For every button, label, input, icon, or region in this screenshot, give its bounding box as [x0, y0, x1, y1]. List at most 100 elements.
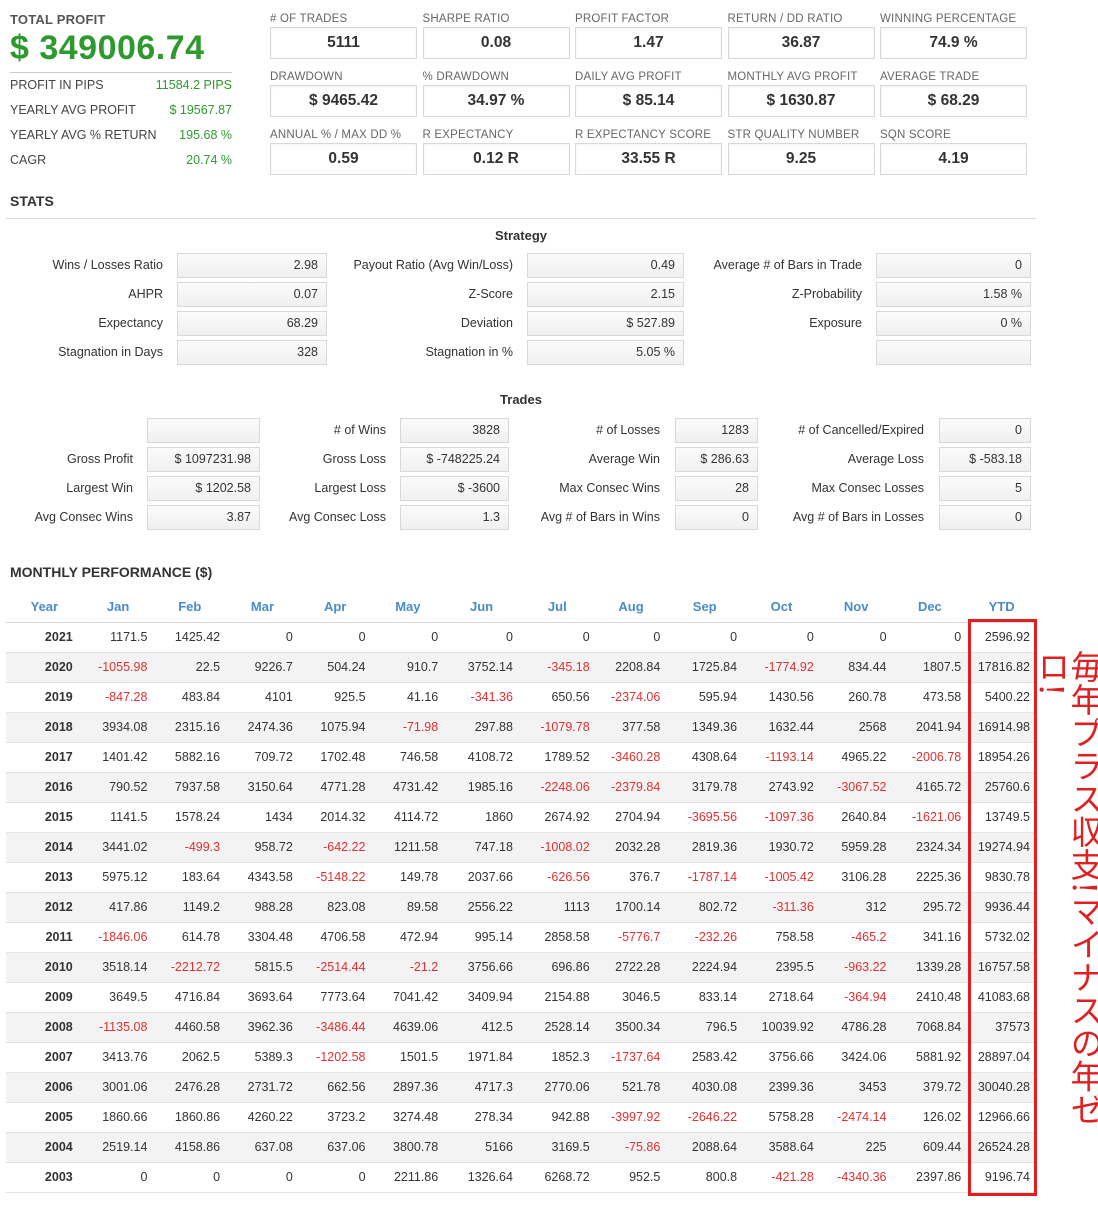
table-row: 2016 790.52 7937.58 3150.64 4771.28 4731.42 19…: [6, 772, 1036, 803]
year-cell: 2016: [6, 772, 83, 803]
month-value-cell: 5882.16: [153, 742, 227, 773]
month-value-cell: -1202.58: [298, 1042, 372, 1073]
month-value-cell: 417.86: [82, 892, 154, 923]
month-value-cell: 1725.84: [666, 652, 744, 683]
month-value-cell: 0: [226, 622, 299, 653]
month-value-cell: 10039.92: [743, 1012, 820, 1043]
month-value-cell: 4639.06: [371, 1012, 445, 1043]
month-value-cell: 5975.12: [82, 862, 154, 893]
stats-heading: STATS: [10, 193, 54, 209]
month-value-cell: 1789.52: [518, 742, 596, 773]
month-value-cell: 3934.08: [82, 712, 154, 743]
column-header-jun[interactable]: Jun: [444, 592, 519, 623]
trades-label: Avg Consec Wins: [34, 510, 133, 524]
month-value-cell: 2583.42: [666, 1042, 744, 1073]
summary-row-value: 11584.2 PIPS: [155, 78, 232, 92]
table-row: 2006 3001.06 2476.28 2731.72 662.56 2897.36 47…: [6, 1072, 1036, 1103]
month-value-cell: -626.56: [518, 862, 596, 893]
column-header-feb[interactable]: Feb: [153, 592, 227, 623]
month-value-cell: 2088.64: [666, 1132, 744, 1163]
month-value-cell: 4165.72: [892, 772, 968, 803]
month-value-cell: 2014.32: [298, 802, 372, 833]
month-value-cell: -2374.06: [595, 682, 667, 713]
month-value-cell: 4030.08: [666, 1072, 744, 1103]
summary-row-value: 195.68 %: [179, 128, 232, 142]
month-value-cell: 2674.92: [518, 802, 596, 833]
column-header-nov[interactable]: Nov: [819, 592, 893, 623]
column-header-dec[interactable]: Dec: [892, 592, 968, 623]
metric-card: STR QUALITY NUMBER 9.25: [727, 128, 875, 175]
strategy-label: Expectancy: [98, 316, 163, 330]
month-value-cell: 5881.92: [892, 1042, 968, 1073]
month-value-cell: 1971.84: [444, 1042, 519, 1073]
month-value-cell: -1737.64: [595, 1042, 667, 1073]
month-value-cell: 1211.58: [371, 832, 445, 863]
month-value-cell: 89.58: [371, 892, 445, 923]
summary-row: YEARLY AVG % RETURN 195.68 %: [10, 123, 232, 148]
month-value-cell: 1852.3: [518, 1042, 596, 1073]
month-value-cell: 2528.14: [518, 1012, 596, 1043]
month-value-cell: 942.88: [518, 1102, 596, 1133]
month-value-cell: 3413.76: [82, 1042, 154, 1073]
month-value-cell: -345.18: [518, 652, 596, 683]
month-value-cell: -421.28: [743, 1162, 820, 1193]
metric-label: PROFIT FACTOR: [575, 13, 670, 25]
column-header-apr[interactable]: Apr: [298, 592, 372, 623]
column-header-mar[interactable]: Mar: [226, 592, 299, 623]
metric-value: 5111: [270, 27, 417, 59]
month-value-cell: -341.36: [444, 682, 519, 713]
month-value-cell: 2568: [819, 712, 893, 743]
metric-label: % DRAWDOWN: [422, 71, 510, 83]
month-value-cell: 16757.58: [967, 952, 1036, 983]
month-value-cell: 3500.34: [595, 1012, 667, 1043]
metric-value: $ 1630.87: [727, 85, 875, 117]
month-value-cell: 2399.36: [743, 1072, 820, 1103]
metric-card: ANNUAL % / MAX DD % 0.59: [270, 128, 417, 175]
month-value-cell: 7773.64: [298, 982, 372, 1013]
month-value-cell: 126.02: [892, 1102, 968, 1133]
summary-panel: TOTAL PROFIT $ 349006.74 PROFIT IN PIPS 1…: [10, 12, 232, 173]
month-value-cell: 995.14: [444, 922, 519, 953]
month-value-cell: 1985.16: [444, 772, 519, 803]
month-value-cell: -2514.44: [298, 952, 372, 983]
month-value-cell: 988.28: [226, 892, 299, 923]
strategy-label: Stagnation in Days: [58, 345, 163, 359]
column-header-jan[interactable]: Jan: [82, 592, 154, 623]
summary-row-value: $ 19567.87: [169, 103, 232, 117]
column-header-sep[interactable]: Sep: [666, 592, 744, 623]
trades-label: [0, 418, 133, 442]
trades-label: Average Win: [588, 452, 660, 466]
strategy-label: Wins / Losses Ratio: [52, 258, 163, 272]
column-header-jul[interactable]: Jul: [518, 592, 596, 623]
column-header-may[interactable]: May: [371, 592, 445, 623]
year-cell: 2017: [6, 742, 83, 773]
month-value-cell: -1621.06: [892, 802, 968, 833]
month-value-cell: 9196.74: [967, 1162, 1036, 1193]
month-value-cell: 3756.66: [743, 1042, 820, 1073]
month-value-cell: 149.78: [371, 862, 445, 893]
strategy-value: 0.49: [527, 253, 684, 278]
column-header-aug[interactable]: Aug: [595, 592, 667, 623]
month-value-cell: 3274.48: [371, 1102, 445, 1133]
metric-value: $ 68.29: [880, 85, 1027, 117]
trades-label: # of Wins: [333, 423, 386, 437]
table-row: 2017 1401.42 5882.16 709.72 1702.48 746.58 410…: [6, 742, 1036, 773]
column-header-year[interactable]: Year: [6, 592, 83, 623]
month-value-cell: 796.5: [666, 1012, 744, 1043]
metric-card: PROFIT FACTOR 1.47: [575, 12, 722, 59]
month-value-cell: 2704.94: [595, 802, 667, 833]
trades-value: $ -3600: [400, 476, 509, 501]
metric-card: WINNING PERCENTAGE 74.9 %: [880, 12, 1027, 59]
column-header-oct[interactable]: Oct: [743, 592, 820, 623]
strategy-label: [690, 340, 862, 364]
month-value-cell: 800.8: [666, 1162, 744, 1193]
column-header-ytd[interactable]: YTD: [967, 592, 1036, 623]
metric-label: SQN SCORE: [880, 129, 951, 141]
trades-value: 0: [675, 505, 758, 530]
trades-title: Trades: [500, 392, 542, 407]
month-value-cell: -963.22: [819, 952, 893, 983]
month-value-cell: 2395.5: [743, 952, 820, 983]
month-value-cell: 2032.28: [595, 832, 667, 863]
month-value-cell: -21.2: [371, 952, 445, 983]
month-value-cell: 4460.58: [153, 1012, 227, 1043]
